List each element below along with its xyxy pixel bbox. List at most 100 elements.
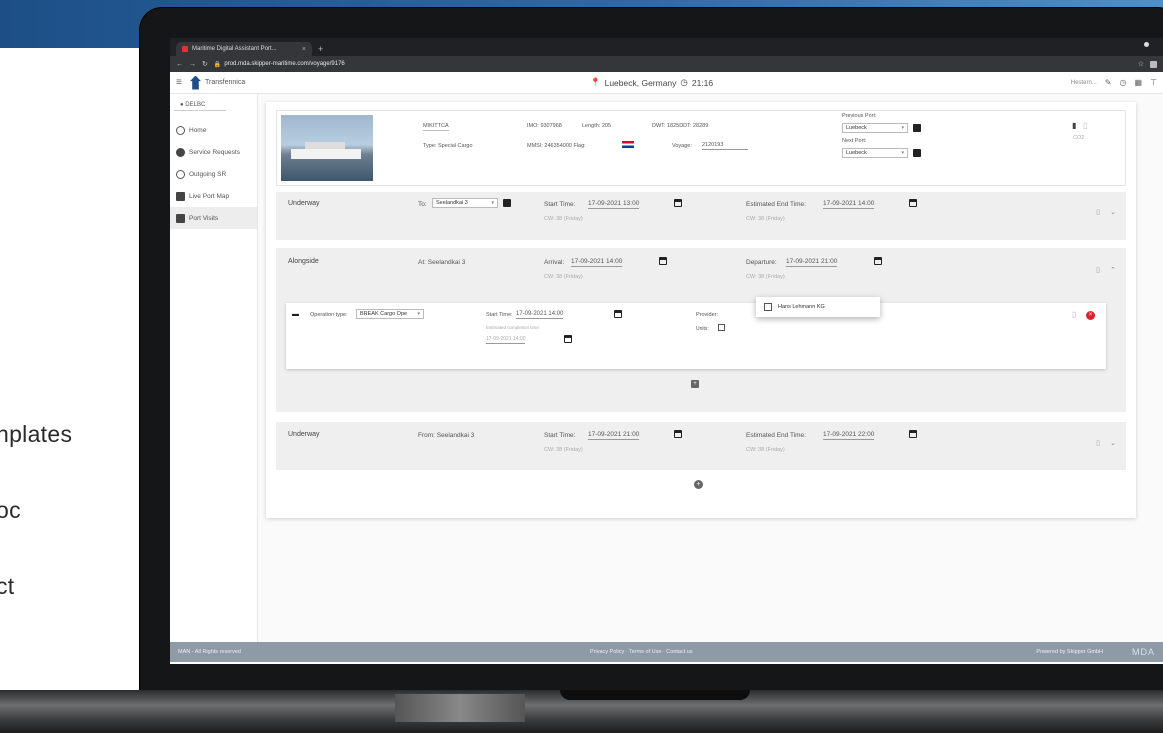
url-field[interactable]: 🔒 prod.mda.skipper-maritime.com/voyage/9… [214,61,1132,68]
berth-from: From: Seelandkai 3 [418,432,475,439]
segment-type: Alongside [288,258,319,265]
signal-icon[interactable]: ⊤ [1150,78,1157,87]
calendar-icon[interactable] [674,430,682,438]
segment-options-icon[interactable]: ▯ [1096,439,1100,447]
berth-book-icon[interactable] [503,199,511,207]
browser-tab[interactable]: Maritime Digital Assistant Port... × [176,42,312,56]
operation-type-value: BREAK Cargo Ope [360,311,408,317]
collapse-icon[interactable]: ⌃ [1110,266,1116,274]
provider-option[interactable]: Hans Lehmann KG [778,304,825,310]
new-tab-button[interactable]: + [318,44,323,54]
operation-start-input[interactable]: 17-09-2021 14:00 [516,311,564,319]
segment-underway-from: Underway From: Seelandkai 3 Start Time: … [276,422,1126,470]
calendar-icon[interactable] [874,257,882,265]
to-berth-select[interactable]: Seelandkai 3 ▾ [432,198,498,208]
sidebar-location[interactable]: ● DELBC [174,100,226,111]
estimated-end-input[interactable]: 17-09-2021 14:00 [823,200,875,209]
arrival-input[interactable]: 17-09-2021 14:00 [571,258,623,267]
previous-port-book-icon[interactable] [913,124,921,132]
marketing-item-templates: nplates [0,421,73,447]
delete-operation-icon[interactable]: × [1086,311,1095,320]
operation-type-select[interactable]: BREAK Cargo Ope ▾ [356,309,424,319]
location-pin-icon: 📍 [590,77,601,87]
segment-alongside: Alongside At: Seelandkai 3 Arrival: 17-0… [276,248,1126,412]
expand-icon[interactable]: ⌄ [1110,208,1116,216]
next-port-book-icon[interactable] [913,149,921,157]
close-tab-icon[interactable]: × [302,46,306,53]
expand-icon[interactable]: ⌄ [1110,439,1116,447]
calendar-icon[interactable]: ▦ [1134,78,1142,87]
calendar-icon[interactable] [909,430,917,438]
favicon-icon [182,46,188,52]
segment-options-icon[interactable]: ▯ [1096,266,1100,274]
sidebar: ● DELBC Home Service Requests Outgoing S… [170,94,258,642]
operation-start-label: Start Time: [486,312,513,318]
extension-icon[interactable] [1150,60,1157,68]
browser-tab-bar: Maritime Digital Assistant Port... × + [170,38,1163,56]
main-content: MIKITTCA Type: Special Cargo IMO: 930796… [258,94,1163,642]
calendar-icon[interactable] [674,199,682,207]
next-port-select[interactable]: Luebeck ▾ [842,148,908,158]
location-indicator: 📍 Luebeck, Germany ◷ 21:16 [590,77,713,88]
end-cw: CW: 38 (Friday) [746,216,785,222]
estimated-completion-label: Estimated completion time: [486,325,541,330]
history-icon[interactable]: ◷ [1119,78,1126,87]
address-bar: ← → ↻ 🔒 prod.mda.skipper-maritime.com/vo… [170,56,1163,72]
marketing-item-contact: ct [0,573,15,599]
add-segment-button[interactable]: + [694,480,703,489]
add-operation-button[interactable]: + [691,380,699,388]
calendar-icon[interactable] [659,257,667,265]
voyage-input[interactable]: 2120193 [702,142,748,150]
forward-icon[interactable]: → [189,61,196,68]
footer-links[interactable]: Privacy Policy · Terms of Use · Contact … [590,649,693,655]
estimated-completion-input[interactable]: 17-09-2021 14:00 [486,336,526,344]
previous-port-select[interactable]: Luebeck ▾ [842,123,908,133]
back-icon[interactable]: ← [176,61,183,68]
edit-icon[interactable]: ✎ [1105,78,1112,87]
marketing-item-doc: oc [0,497,21,523]
user-menu[interactable]: Hestern... [1071,80,1097,86]
start-time-input[interactable]: 17-09-2021 21:00 [588,431,640,440]
calendar-icon[interactable] [909,199,917,207]
operation-options-icon[interactable]: ▯ [1072,310,1076,319]
vessel-mmsi: MMSI: 246354000 Flag: [527,143,586,149]
clip-icon[interactable]: ▯ [1083,121,1087,130]
reload-icon[interactable]: ↻ [202,60,208,68]
sidebar-item-home[interactable]: Home [170,119,257,141]
estimated-end-label: Estimated End Time: [746,201,806,208]
company-logo [190,75,201,90]
lock-icon: 🔒 [213,61,222,68]
provider-checkbox[interactable] [764,303,772,311]
start-cw: CW: 38 (Friday) [544,447,583,453]
service-icon [176,147,185,157]
sidebar-item-label: Live Port Map [189,192,230,200]
arrival-label: Arrival: [544,259,565,266]
units-checkbox[interactable] [718,324,725,331]
clock-icon: ◷ [680,77,688,87]
document-icon[interactable]: ▮ [1072,121,1076,130]
departure-label: Departure: [746,259,777,266]
estimated-end-input[interactable]: 17-09-2021 22:00 [823,431,875,440]
calendar-icon[interactable] [564,335,572,343]
sidebar-item-port-visits[interactable]: Port Visits [170,207,257,229]
sidebar-item-live-port-map[interactable]: Live Port Map [170,185,257,207]
segment-type: Underway [288,200,320,207]
start-time-input[interactable]: 17-09-2021 13:00 [588,200,640,209]
sidebar-item-label: Outgoing SR [189,170,227,178]
berth-at: At: Seelandkai 3 [418,259,466,266]
vessel-length: Length: 205 [582,123,612,129]
calendar-icon[interactable] [614,310,622,318]
tab-title: Maritime Digital Assistant Port... [192,46,277,52]
voyage-label: Voyage: [672,143,692,149]
sidebar-item-outgoing-sr[interactable]: Outgoing SR [170,163,257,185]
port-visits-icon [176,213,185,223]
menu-icon[interactable]: ≡ [176,77,190,88]
bookmark-icon[interactable]: ☆ [1138,60,1144,68]
port-visit-card: MIKITTCA Type: Special Cargo IMO: 930796… [266,102,1136,518]
segment-options-icon[interactable]: ▯ [1096,208,1100,216]
arrival-cw: CW: 38 (Friday) [544,274,583,280]
departure-input[interactable]: 17-09-2021 21:00 [786,258,838,267]
window-control-icon[interactable] [1144,42,1149,47]
sidebar-item-service-requests[interactable]: Service Requests [170,141,257,163]
segment-type: Underway [288,431,320,438]
